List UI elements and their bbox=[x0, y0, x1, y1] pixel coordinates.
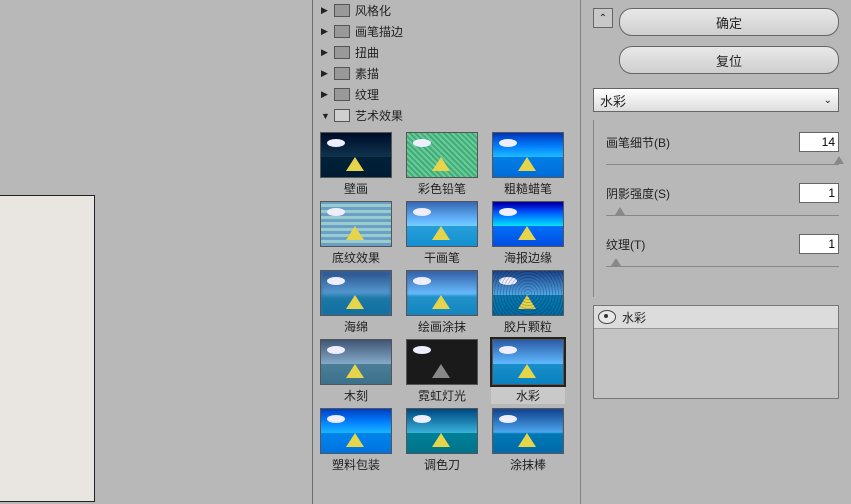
param-shadow-intensity-slider[interactable] bbox=[606, 207, 839, 216]
thumb-label: 粗糙蜡笔 bbox=[504, 180, 552, 197]
param-texture-slider[interactable] bbox=[606, 258, 839, 267]
dropdown-selected: 水彩 bbox=[600, 91, 626, 110]
category-label: 画笔描边 bbox=[355, 23, 403, 40]
thumb-label: 塑料包装 bbox=[332, 456, 380, 473]
param-texture-label: 纹理(T) bbox=[606, 236, 645, 253]
folder-icon bbox=[334, 4, 350, 17]
visibility-eye-icon[interactable] bbox=[598, 310, 616, 324]
thumb-image bbox=[406, 408, 478, 454]
preview-area bbox=[0, 0, 313, 504]
filter-thumb[interactable]: 绘画涂抹 bbox=[405, 270, 479, 335]
filter-thumb[interactable]: 调色刀 bbox=[405, 408, 479, 473]
category-label: 纹理 bbox=[355, 86, 379, 103]
parameters: 画笔细节(B) 阴影强度(S) 纹理(T) bbox=[593, 120, 839, 297]
thumbnail-grid: 壁画 彩色铅笔 粗糙蜡笔底纹效果 干画笔 海报边缘海绵 绘画涂抹 胶片颗粒木刻 霓虹灯光 水彩塑… bbox=[313, 126, 580, 483]
thumb-image bbox=[320, 201, 392, 247]
reset-button[interactable]: 复位 bbox=[619, 46, 839, 74]
thumb-image bbox=[406, 339, 478, 385]
thumb-label: 胶片颗粒 bbox=[504, 318, 552, 335]
thumb-image bbox=[492, 339, 564, 385]
slider-handle-icon[interactable] bbox=[611, 258, 621, 266]
param-brush-detail-input[interactable] bbox=[799, 132, 839, 152]
thumb-label: 干画笔 bbox=[424, 249, 460, 266]
triangle-right-icon: ▶ bbox=[321, 5, 331, 16]
filter-thumb[interactable]: 海报边缘 bbox=[491, 201, 565, 266]
collapse-toggle-icon[interactable]: ⌃ bbox=[593, 8, 613, 28]
thumb-label: 调色刀 bbox=[424, 456, 460, 473]
triangle-down-icon: ▼ bbox=[321, 111, 331, 121]
filter-thumb[interactable]: 壁画 bbox=[319, 132, 393, 197]
ok-button[interactable]: 确定 bbox=[619, 8, 839, 36]
thumb-image bbox=[492, 132, 564, 178]
param-texture-input[interactable] bbox=[799, 234, 839, 254]
filter-thumb[interactable]: 彩色铅笔 bbox=[405, 132, 479, 197]
layer-name: 水彩 bbox=[622, 309, 646, 326]
param-shadow-intensity-label: 阴影强度(S) bbox=[606, 185, 670, 202]
param-brush-detail-slider[interactable] bbox=[606, 156, 839, 165]
filter-thumb[interactable]: 木刻 bbox=[319, 339, 393, 404]
thumb-label: 海绵 bbox=[344, 318, 368, 335]
slider-handle-icon[interactable] bbox=[615, 207, 625, 215]
thumb-label: 底纹效果 bbox=[332, 249, 380, 266]
settings-panel: ⌃ 确定 复位 水彩 ⌄ 画笔细节(B) 阴影强度(S) 纹理(T) bbox=[581, 0, 851, 504]
filter-thumb[interactable]: 底纹效果 bbox=[319, 201, 393, 266]
param-brush-detail-label: 画笔细节(B) bbox=[606, 134, 670, 151]
filter-thumb[interactable]: 霓虹灯光 bbox=[405, 339, 479, 404]
thumb-image bbox=[492, 201, 564, 247]
thumb-label: 霓虹灯光 bbox=[418, 387, 466, 404]
folder-icon bbox=[334, 88, 350, 101]
triangle-right-icon: ▶ bbox=[321, 68, 331, 79]
effect-layers: 水彩 bbox=[593, 305, 839, 399]
folder-icon bbox=[334, 109, 350, 122]
triangle-right-icon: ▶ bbox=[321, 26, 331, 37]
chevron-down-icon: ⌄ bbox=[824, 95, 832, 106]
thumb-image bbox=[492, 408, 564, 454]
param-shadow-intensity-input[interactable] bbox=[799, 183, 839, 203]
category-row[interactable]: ▶ 画笔描边 bbox=[313, 21, 580, 42]
slider-handle-icon[interactable] bbox=[834, 156, 844, 164]
layer-row[interactable]: 水彩 bbox=[594, 306, 838, 329]
category-row[interactable]: ▼ 艺术效果 bbox=[313, 105, 580, 126]
thumb-image bbox=[320, 132, 392, 178]
thumb-label: 海报边缘 bbox=[504, 249, 552, 266]
category-row[interactable]: ▶ 纹理 bbox=[313, 84, 580, 105]
filter-thumb[interactable]: 胶片颗粒 bbox=[491, 270, 565, 335]
thumb-image bbox=[320, 339, 392, 385]
folder-icon bbox=[334, 25, 350, 38]
filter-thumb[interactable]: 水彩 bbox=[491, 339, 565, 404]
filter-gallery[interactable]: ▶ 风格化 ▶ 画笔描边 ▶ 扭曲 ▶ 素描 ▶ 纹理 ▼ 艺术效果壁画 彩色铅笔 粗糙蜡笔底纹效果 干画笔… bbox=[313, 0, 581, 504]
triangle-right-icon: ▶ bbox=[321, 89, 331, 100]
thumb-label: 壁画 bbox=[344, 180, 368, 197]
category-row[interactable]: ▶ 扭曲 bbox=[313, 42, 580, 63]
thumb-label: 彩色铅笔 bbox=[418, 180, 466, 197]
filter-thumb[interactable]: 塑料包装 bbox=[319, 408, 393, 473]
filter-thumb[interactable]: 干画笔 bbox=[405, 201, 479, 266]
thumb-image bbox=[406, 201, 478, 247]
filter-thumb[interactable]: 涂抹棒 bbox=[491, 408, 565, 473]
canvas-preview bbox=[0, 195, 95, 502]
category-row[interactable]: ▶ 素描 bbox=[313, 63, 580, 84]
thumb-image bbox=[320, 270, 392, 316]
thumb-image bbox=[406, 270, 478, 316]
thumb-label: 绘画涂抹 bbox=[418, 318, 466, 335]
category-label: 风格化 bbox=[355, 2, 391, 19]
thumb-label: 水彩 bbox=[516, 387, 540, 404]
category-row[interactable]: ▶ 风格化 bbox=[313, 0, 580, 21]
filter-thumb[interactable]: 海绵 bbox=[319, 270, 393, 335]
filter-dropdown[interactable]: 水彩 ⌄ bbox=[593, 88, 839, 112]
folder-icon bbox=[334, 67, 350, 80]
folder-icon bbox=[334, 46, 350, 59]
thumb-label: 涂抹棒 bbox=[510, 456, 546, 473]
triangle-right-icon: ▶ bbox=[321, 47, 331, 58]
category-label: 艺术效果 bbox=[355, 107, 403, 124]
thumb-image bbox=[406, 132, 478, 178]
category-label: 素描 bbox=[355, 65, 379, 82]
thumb-label: 木刻 bbox=[344, 387, 368, 404]
filter-thumb[interactable]: 粗糙蜡笔 bbox=[491, 132, 565, 197]
thumb-image bbox=[320, 408, 392, 454]
category-label: 扭曲 bbox=[355, 44, 379, 61]
thumb-image bbox=[492, 270, 564, 316]
